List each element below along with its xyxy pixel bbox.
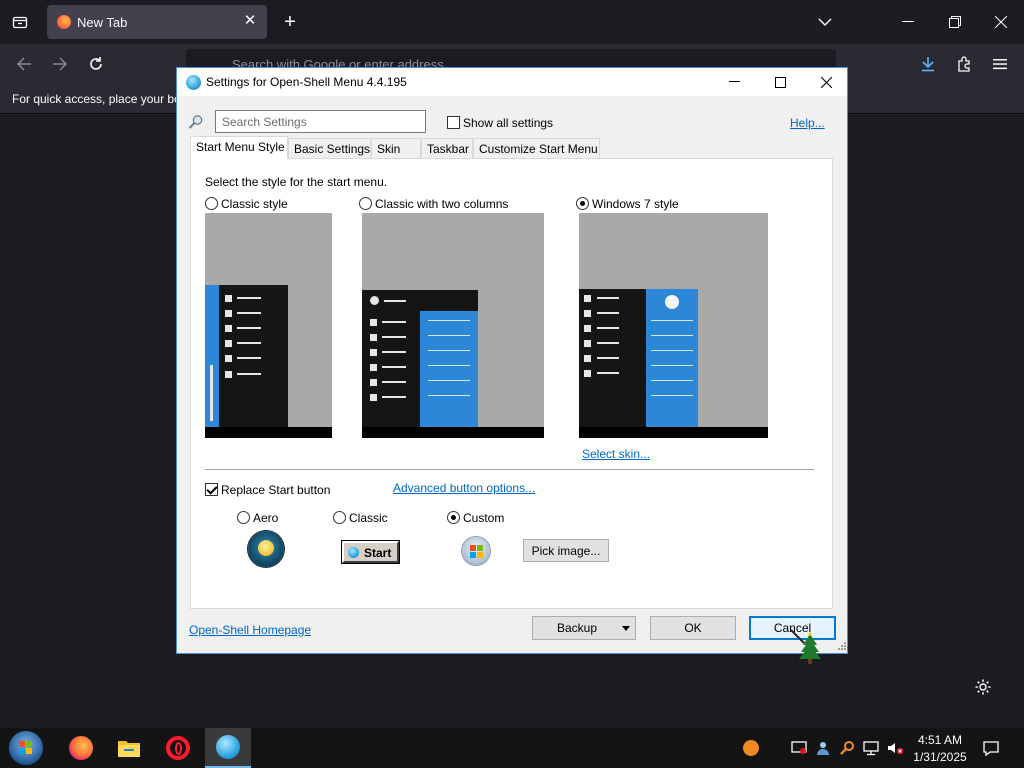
- open-shell-taskbar-icon: [216, 735, 240, 759]
- open-shell-icon: [186, 75, 201, 90]
- reload-icon[interactable]: [84, 52, 108, 76]
- menu-icon[interactable]: [988, 52, 1012, 76]
- tray-volume-muted-icon[interactable]: [885, 738, 905, 758]
- tab-new-tab[interactable]: New Tab ✕: [47, 5, 267, 39]
- show-all-label[interactable]: Show all settings: [463, 116, 553, 130]
- dialog-minimize-icon[interactable]: [711, 68, 757, 96]
- dialog-close-icon[interactable]: [803, 68, 849, 96]
- dialog-maximize-icon[interactable]: [757, 68, 803, 96]
- label-aero[interactable]: Aero: [253, 511, 278, 525]
- open-shell-homepage-link[interactable]: Open-Shell Homepage: [189, 623, 311, 637]
- radio-classic-button[interactable]: [333, 511, 346, 524]
- opera-icon: [166, 736, 190, 760]
- taskbar: 4:51 AM 1/31/2025: [0, 728, 1024, 768]
- tab-taskbar[interactable]: Taskbar: [421, 138, 473, 158]
- show-all-checkbox[interactable]: [447, 116, 460, 129]
- back-icon[interactable]: [12, 52, 36, 76]
- pick-image-button[interactable]: Pick image...: [523, 539, 609, 562]
- select-skin-link[interactable]: Select skin...: [582, 447, 650, 461]
- radio-custom[interactable]: [447, 511, 460, 524]
- label-classic-button[interactable]: Classic: [349, 511, 388, 525]
- radio-classic-style[interactable]: [205, 197, 218, 210]
- chevron-down-icon[interactable]: [813, 10, 837, 34]
- radio-classic-two-columns[interactable]: [359, 197, 372, 210]
- ok-button[interactable]: OK: [650, 616, 736, 640]
- search-settings-input[interactable]: Search Settings: [215, 110, 426, 133]
- help-link[interactable]: Help...: [790, 116, 825, 130]
- restore-icon[interactable]: [943, 10, 967, 34]
- classic-start-text: Start: [364, 546, 392, 560]
- dialog-title: Settings for Open-Shell Menu 4.4.195: [206, 75, 407, 89]
- firefox-taskbar-icon: [69, 736, 93, 760]
- settings-dialog: Settings for Open-Shell Menu 4.4.195 Sea…: [176, 67, 848, 664]
- start-button[interactable]: [5, 728, 47, 768]
- preview-classic-style[interactable]: [205, 213, 332, 438]
- radio-windows7-style[interactable]: [576, 197, 589, 210]
- minimize-icon[interactable]: [896, 10, 920, 34]
- backup-label: Backup: [557, 621, 598, 635]
- tab-customize-start-menu[interactable]: Customize Start Menu: [473, 138, 600, 158]
- new-tab-button[interactable]: +: [278, 10, 302, 34]
- tab-list-icon[interactable]: [8, 10, 32, 34]
- clock-date[interactable]: 1/31/2025: [905, 750, 975, 764]
- label-classic-two-columns[interactable]: Classic with two columns: [375, 197, 508, 211]
- notification-center-icon[interactable]: [981, 738, 1001, 758]
- classic-start-button: Start: [342, 541, 399, 563]
- preview-windows7-style[interactable]: [579, 213, 768, 438]
- preview-classic-two-columns[interactable]: [362, 213, 544, 438]
- aero-start-orb-icon: [248, 531, 284, 567]
- label-classic-style[interactable]: Classic style: [221, 197, 288, 211]
- resize-grip-icon[interactable]: [835, 641, 847, 653]
- windows-start-orb-icon: [9, 731, 43, 765]
- close-tab-icon[interactable]: ✕: [241, 12, 259, 30]
- clock-time[interactable]: 4:51 AM: [905, 733, 975, 747]
- replace-start-label[interactable]: Replace Start button: [221, 483, 330, 497]
- gear-icon[interactable]: [971, 675, 995, 699]
- label-custom[interactable]: Custom: [463, 511, 504, 525]
- advanced-button-options-link[interactable]: Advanced button options...: [393, 481, 535, 495]
- taskbar-open-shell-settings[interactable]: [205, 728, 251, 768]
- taskbar-file-explorer[interactable]: [108, 728, 150, 768]
- backup-button[interactable]: Backup: [532, 616, 636, 640]
- tab-start-menu-style[interactable]: Start Menu Style: [190, 136, 288, 159]
- tray-app-icon[interactable]: [741, 738, 761, 758]
- search-icon: [188, 114, 204, 130]
- style-prompt: Select the style for the start menu.: [205, 175, 388, 189]
- tray-network-icon[interactable]: [861, 738, 881, 758]
- windows-orb-icon: [462, 537, 490, 565]
- tab-title: New Tab: [77, 15, 128, 30]
- forward-icon[interactable]: [48, 52, 72, 76]
- tray-users-icon[interactable]: [813, 738, 833, 758]
- replace-start-checkbox[interactable]: [205, 483, 218, 496]
- tab-basic-settings[interactable]: Basic Settings: [288, 138, 371, 158]
- tray-search-icon[interactable]: [837, 738, 857, 758]
- taskbar-firefox[interactable]: [60, 728, 102, 768]
- mouse-cursor-icon: [789, 628, 823, 666]
- label-windows7-style[interactable]: Windows 7 style: [592, 197, 679, 211]
- close-window-icon[interactable]: [989, 10, 1013, 34]
- folder-icon: [118, 741, 140, 757]
- browser-tab-bar: New Tab ✕ +: [0, 0, 1024, 44]
- dropdown-arrow-icon: [622, 626, 630, 631]
- bookmarks-hint: For quick access, place your bo: [12, 92, 181, 106]
- search-placeholder: Search Settings: [222, 115, 307, 129]
- downloads-icon[interactable]: [916, 52, 940, 76]
- taskbar-opera[interactable]: [157, 728, 199, 768]
- dialog-titlebar[interactable]: Settings for Open-Shell Menu 4.4.195: [177, 68, 847, 96]
- divider: [205, 469, 814, 470]
- tab-skin[interactable]: Skin: [371, 138, 421, 158]
- firefox-icon: [57, 15, 71, 29]
- tab-panel: Select the style for the start menu. Cla…: [190, 158, 833, 609]
- extensions-icon[interactable]: [952, 52, 976, 76]
- radio-aero[interactable]: [237, 511, 250, 524]
- tray-device-icon[interactable]: [789, 738, 809, 758]
